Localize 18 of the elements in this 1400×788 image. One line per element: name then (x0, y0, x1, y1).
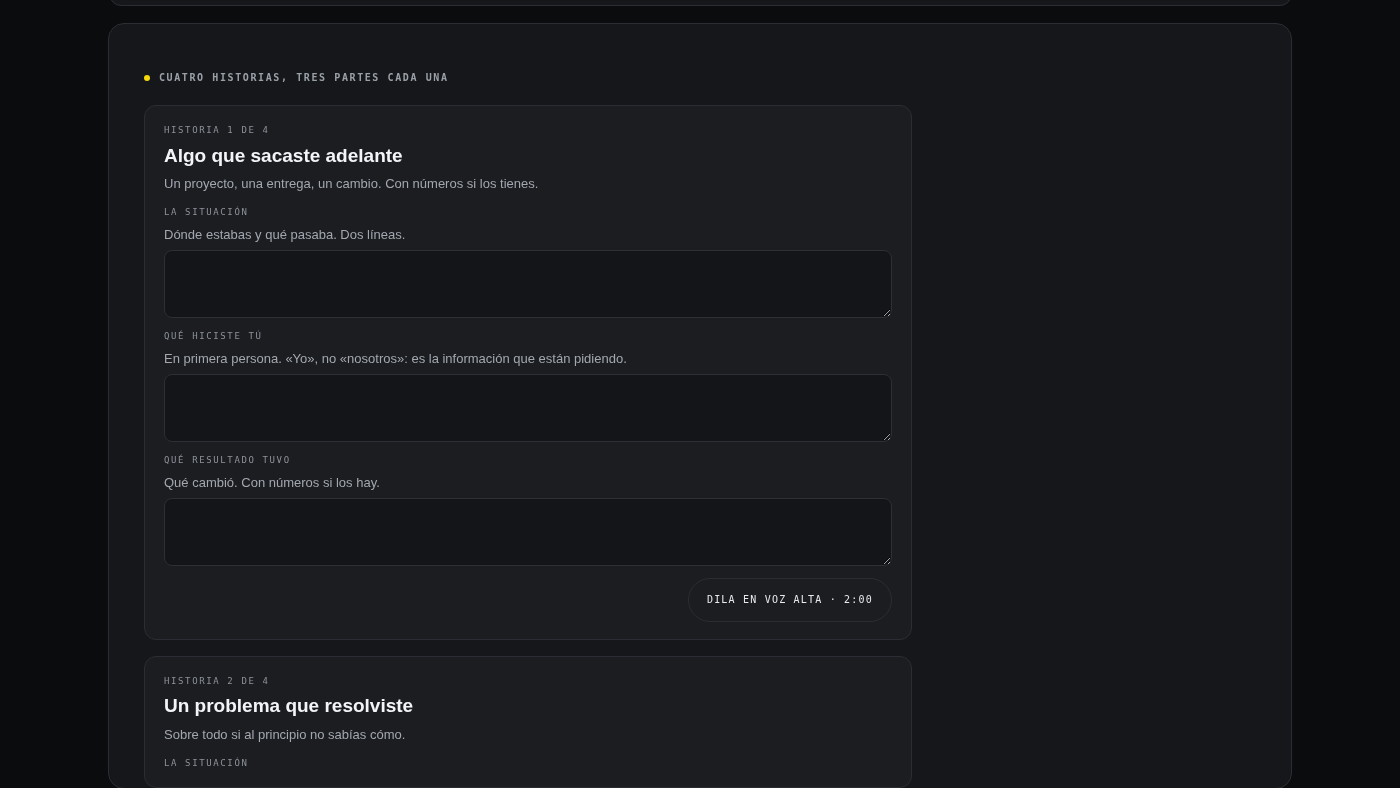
part-label: LA SITUACIÓN (164, 205, 250, 219)
story-title: Un problema que resolviste (164, 694, 415, 718)
part-label: LA SITUACIÓN (164, 756, 250, 770)
story-subtitle: Un proyecto, una entrega, un cambio. Con números si los tienes. (164, 175, 540, 194)
part-label: QUÉ RESULTADO TUVO (164, 453, 292, 467)
section-title: CUATRO HISTORIAS, TRES PARTES CADA UNA (159, 71, 449, 85)
story-counter: HISTORIA 1 DE 4 (164, 124, 271, 137)
story-title: Algo que sacaste adelante (164, 143, 404, 168)
answer-box[interactable] (164, 373, 892, 442)
story-subtitle: Sobre todo si al principio no sabías cómo. (164, 726, 407, 744)
part-hint: Qué cambió. Con números si los hay. (164, 474, 381, 493)
part-label: QUÉ HICISTE TÚ (164, 329, 264, 343)
story-counter: HISTORIA 2 DE 4 (164, 674, 271, 688)
answer-box[interactable] (164, 249, 892, 318)
answer-box[interactable] (164, 497, 892, 566)
part-hint: Dónde estabas y qué pasaba. Dos líneas. (164, 226, 407, 245)
read-aloud-button[interactable]: DILA EN VOZ ALTA · 2:00 (687, 577, 892, 622)
part-hint: En primera persona. «Yo», no «nosotros»: es la información que están pidiendo. (164, 350, 628, 369)
